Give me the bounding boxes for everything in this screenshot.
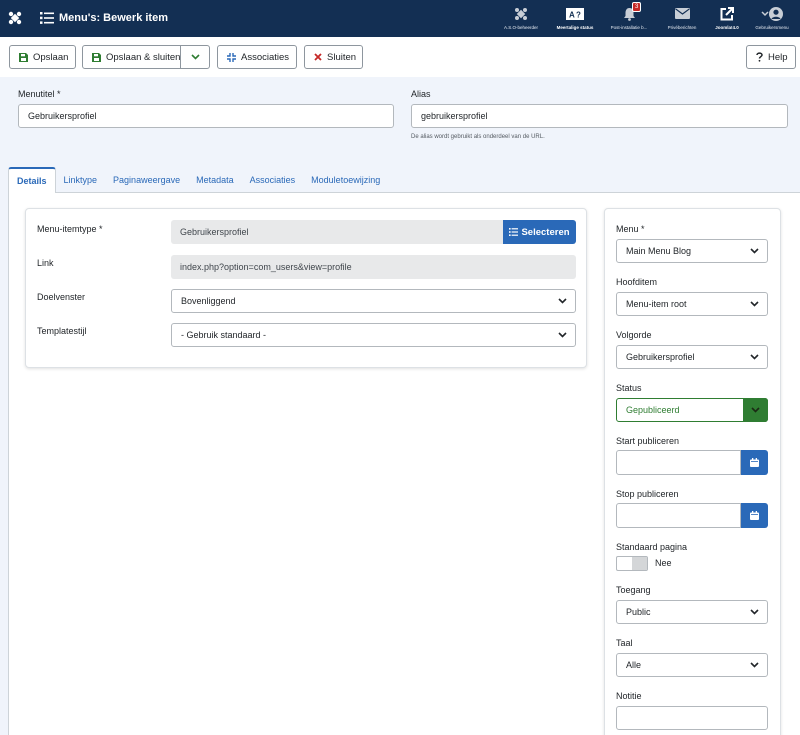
note-label: Notitie — [616, 691, 642, 701]
page-title: Menu's: Bewerk item — [40, 10, 168, 26]
tab-associations[interactable]: Associaties — [242, 167, 304, 193]
default-page-toggle[interactable] — [616, 556, 648, 571]
menu-label: Menu * — [616, 224, 645, 234]
toggle-knob — [632, 557, 647, 570]
user-icon — [761, 6, 783, 21]
menu-select[interactable]: Main Menu Blog — [616, 239, 768, 263]
menu-title-label: Menutitel * — [18, 89, 61, 99]
status-select[interactable]: Gepubliceerd — [616, 398, 768, 422]
external-link-icon — [720, 6, 734, 20]
default-page-toggle-label: Nee — [655, 558, 672, 568]
start-publishing-label: Start publiceren — [616, 436, 680, 446]
header-item-multilingual-status[interactable]: A? Meertalige status — [549, 5, 601, 30]
note-input[interactable] — [616, 706, 768, 730]
link-label: Link — [37, 258, 54, 268]
ordering-label: Volgorde — [616, 330, 652, 340]
status-label: Status — [616, 383, 642, 393]
contract-icon — [227, 52, 236, 62]
link-field: index.php?option=com_users&view=profile — [171, 255, 576, 279]
header-item-user-menu[interactable]: Gebruikersmenu — [746, 5, 798, 30]
chevron-down-icon — [750, 301, 759, 307]
calendar-icon — [750, 511, 759, 520]
close-button[interactable]: Sluiten — [304, 45, 363, 69]
alias-label: Alias — [411, 89, 431, 99]
target-window-label: Doelvenster — [37, 292, 86, 302]
svg-text:?: ? — [576, 10, 581, 19]
itemtype-label: Menu-itemtype * — [37, 224, 103, 234]
menu-title-input[interactable]: Gebruikersprofiel — [18, 104, 394, 128]
help-button[interactable]: Help — [746, 45, 796, 69]
tab-module-assignment[interactable]: Moduletoewijzing — [303, 167, 388, 193]
page-title-text: Menu's: Bewerk item — [59, 12, 168, 24]
tab-details[interactable]: Details — [8, 167, 56, 193]
help-icon — [756, 52, 763, 62]
save-options-dropdown[interactable] — [180, 46, 209, 68]
translate-icon: A? — [566, 7, 584, 20]
tab-linktype[interactable]: Linktype — [56, 167, 106, 193]
chevron-down-icon — [750, 354, 759, 360]
select-itemtype-button[interactable]: Selecteren — [503, 220, 576, 244]
associations-button[interactable]: Associaties — [217, 45, 297, 69]
joomla-x-icon — [515, 7, 527, 20]
menu-list-icon — [40, 12, 54, 24]
stop-publishing-label: Stop publiceren — [616, 489, 679, 499]
alias-help-text: De alias wordt gebruikt als onderdeel va… — [411, 134, 545, 140]
envelope-icon — [674, 8, 690, 19]
access-label: Toegang — [616, 585, 651, 595]
svg-text:A: A — [569, 10, 575, 19]
tab-bar: Details Linktype Paginaweergave Metadata… — [8, 167, 388, 193]
header-item-sso-admin[interactable]: A.S.O-beheerder — [495, 5, 547, 30]
template-style-select[interactable]: - Gebruik standaard - — [171, 323, 576, 347]
itemtype-field: Gebruikersprofiel — [171, 220, 503, 244]
chevron-down-icon — [558, 298, 567, 304]
toolbar: Opslaan Opslaan & sluiten Associaties Sl… — [0, 37, 800, 77]
stop-publishing-calendar-button[interactable] — [741, 503, 768, 528]
header-item-post-installation[interactable]: 3 Post-installatie b... — [603, 2, 655, 30]
chevron-down-icon — [750, 609, 759, 615]
parent-item-select[interactable]: Menu-item root — [616, 292, 768, 316]
list-icon — [509, 228, 519, 236]
save-icon — [19, 52, 28, 62]
save-icon — [92, 52, 101, 62]
notification-badge: 3 — [632, 2, 642, 12]
chevron-down-icon — [750, 662, 759, 668]
language-label: Taal — [616, 638, 633, 648]
default-page-label: Standaard pagina — [616, 542, 688, 552]
parent-item-label: Hoofditem — [616, 277, 658, 287]
start-publishing-calendar-button[interactable] — [741, 450, 768, 475]
alias-input[interactable]: gebruikersprofiel — [411, 104, 788, 128]
template-style-label: Templatestijl — [37, 326, 87, 336]
access-select[interactable]: Public — [616, 600, 768, 624]
tab-page-display[interactable]: Paginaweergave — [105, 167, 188, 193]
close-icon — [314, 53, 322, 61]
chevron-down-icon — [558, 332, 567, 338]
language-select[interactable]: Alle — [616, 653, 768, 677]
tab-metadata[interactable]: Metadata — [188, 167, 242, 193]
chevron-down-icon — [751, 407, 760, 413]
ordering-select[interactable]: Gebruikersprofiel — [616, 345, 768, 369]
chevron-down-icon — [750, 248, 759, 254]
save-button[interactable]: Opslaan — [9, 45, 76, 69]
target-window-select[interactable]: Bovenliggend — [171, 289, 576, 313]
start-publishing-input[interactable] — [616, 450, 741, 475]
chevron-down-icon — [190, 54, 200, 60]
stop-publishing-input[interactable] — [616, 503, 741, 528]
joomla-logo-icon[interactable] — [7, 10, 23, 26]
save-close-button[interactable]: Opslaan & sluiten — [82, 45, 210, 69]
calendar-icon — [750, 458, 759, 467]
top-header: Menu's: Bewerk item A.S.O-beheerder A? M… — [0, 0, 800, 37]
